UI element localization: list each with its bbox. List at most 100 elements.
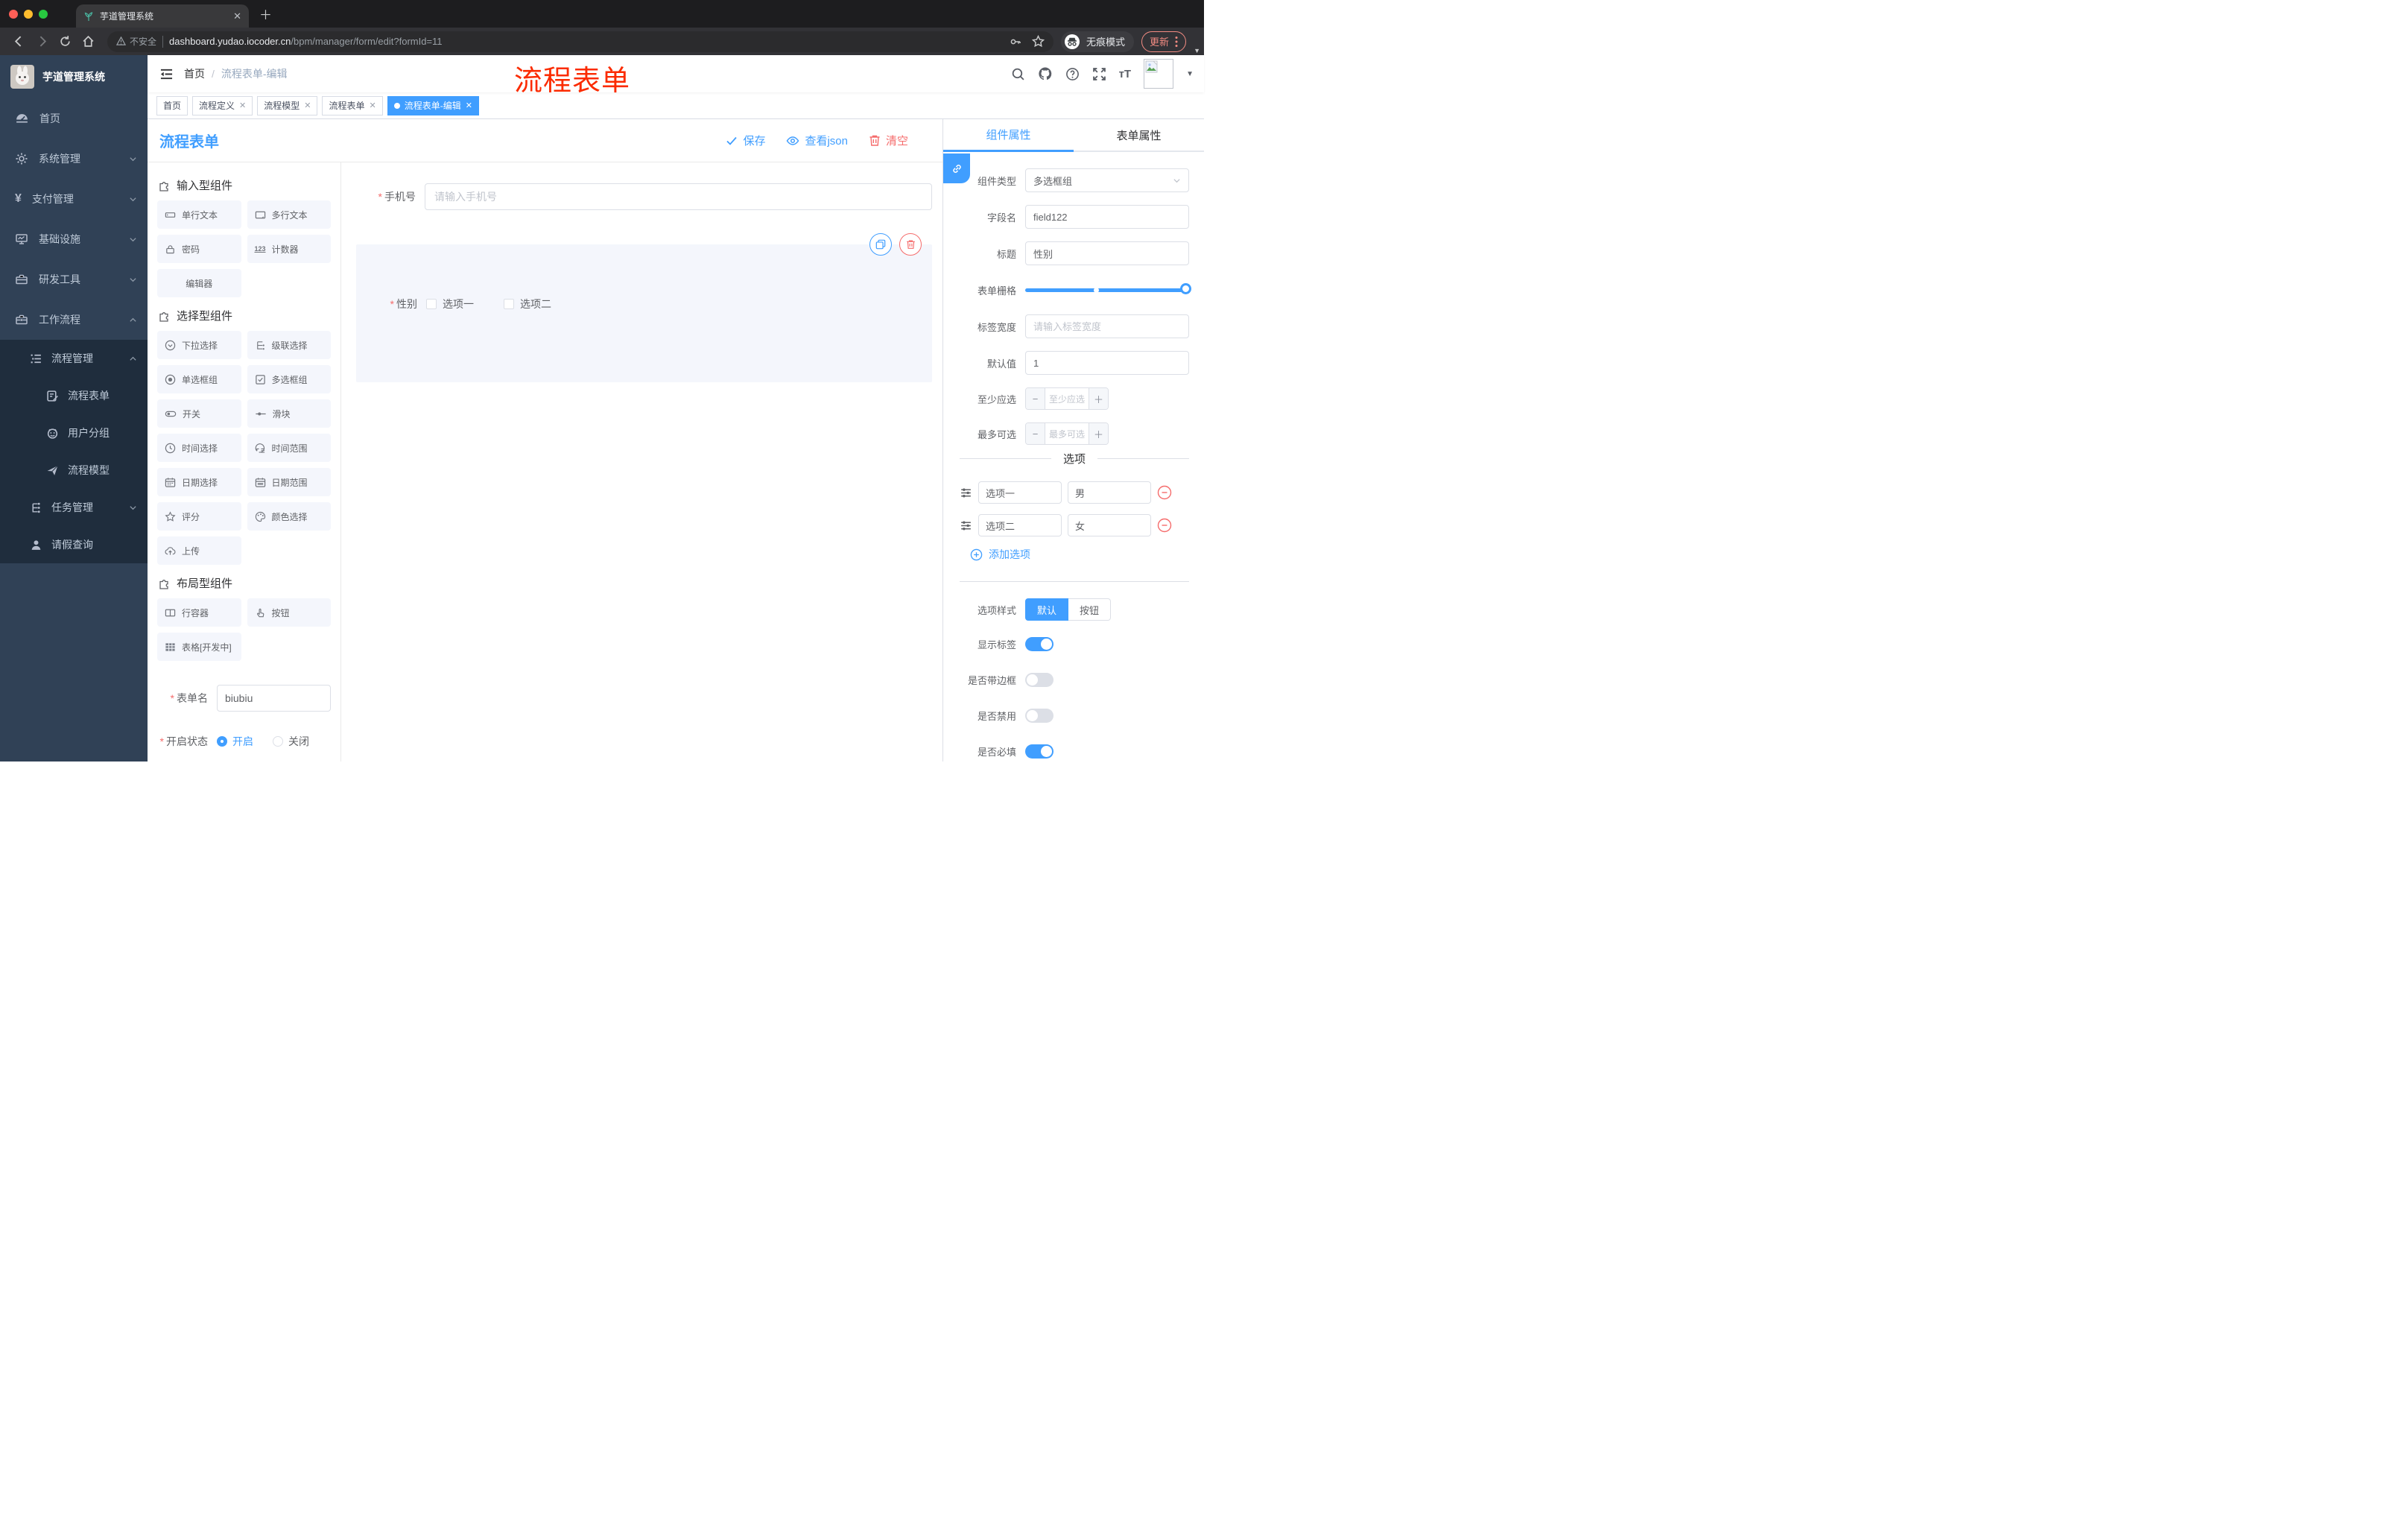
browser-menu-icon[interactable] [1175,36,1178,48]
increase-button[interactable]: ＋ [1089,388,1108,409]
max-select-stepper[interactable]: − 最多可选 ＋ [1025,422,1109,445]
palette-item-multi-text[interactable]: 多行文本 [247,200,331,229]
delete-field-button[interactable] [899,233,922,256]
drag-handle-icon[interactable] [960,487,972,499]
max-select-value[interactable]: 最多可选 [1045,423,1089,444]
remove-option-button[interactable] [1157,518,1172,533]
clear-button[interactable]: 清空 [869,133,908,148]
checkbox[interactable] [504,299,514,309]
sidebar-item-process-form[interactable]: 流程表单 [0,377,148,414]
palette-item-select[interactable]: 下拉选择 [157,331,241,359]
status-radio-open[interactable]: 开启 [217,734,253,749]
option-name-input[interactable] [978,481,1062,504]
slider-track[interactable] [1025,282,1191,294]
tag-close-icon[interactable]: ✕ [466,101,472,110]
sidebar-item-payment[interactable]: ¥ 支付管理 [0,179,148,219]
checkbox[interactable] [426,299,437,309]
gender-option-1[interactable]: 选项一 [426,297,474,311]
sidebar-item-system[interactable]: 系统管理 [0,139,148,179]
forward-icon[interactable] [36,35,48,48]
show-label-toggle[interactable] [1025,637,1054,651]
help-icon[interactable] [1065,67,1080,81]
palette-item-date-range[interactable]: 日期范围 [247,468,331,496]
font-size-icon[interactable]: ᴛT [1119,68,1132,80]
palette-item-button[interactable]: 按钮 [247,598,331,627]
option-value-input[interactable] [1068,481,1151,504]
increase-button[interactable]: ＋ [1089,423,1108,444]
sidebar-item-process-model[interactable]: 流程模型 [0,452,148,489]
sidebar-toggle-icon[interactable] [159,68,174,80]
sidebar-item-workflow[interactable]: 工作流程 [0,300,148,340]
tag-process-model[interactable]: 流程模型 ✕ [257,95,318,115]
tab-close-icon[interactable]: ✕ [233,10,241,22]
default-value-input[interactable] [1025,351,1189,375]
decrease-button[interactable]: − [1026,423,1045,444]
option-value-input[interactable] [1068,514,1151,536]
back-icon[interactable] [13,35,25,48]
security-warning[interactable]: 不安全 [116,35,156,48]
zoom-window-button[interactable] [39,9,48,19]
palette-item-slider[interactable]: 滑块 [247,399,331,428]
palette-item-time-range[interactable]: 时间范围 [247,434,331,462]
sidebar-item-process-mgmt[interactable]: 流程管理 [0,340,148,377]
sidebar-item-task-mgmt[interactable]: 任务管理 [0,489,148,526]
address-bar[interactable]: 不安全 dashboard.yudao.iocoder.cn/bpm/manag… [107,31,1054,52]
min-select-stepper[interactable]: − 至少应选 ＋ [1025,387,1109,410]
gender-option-2[interactable]: 选项二 [504,297,551,311]
link-tag-button[interactable] [943,153,970,183]
phone-field-input[interactable] [425,183,932,210]
tag-home[interactable]: 首页 [156,95,188,115]
duplicate-field-button[interactable] [869,233,892,256]
breadcrumb-home[interactable]: 首页 [184,66,205,81]
tag-process-form[interactable]: 流程表单 ✕ [322,95,383,115]
password-key-icon[interactable] [1010,36,1021,48]
github-icon[interactable] [1038,66,1053,81]
search-icon[interactable] [1011,67,1025,81]
palette-item-upload[interactable]: 上传 [157,536,241,565]
view-json-button[interactable]: 查看json [786,133,848,148]
new-tab-button[interactable]: ＋ [259,4,272,23]
sidebar-item-infra[interactable]: 基础设施 [0,219,148,259]
tag-close-icon[interactable]: ✕ [370,101,376,110]
tag-close-icon[interactable]: ✕ [304,101,311,110]
palette-item-color-picker[interactable]: 颜色选择 [247,502,331,531]
bookmark-star-icon[interactable] [1031,35,1045,48]
status-radio-closed[interactable]: 关闭 [273,734,309,749]
canvas-field-phone[interactable]: * 手机号 [356,183,932,210]
close-window-button[interactable] [9,9,18,19]
disabled-toggle[interactable] [1025,709,1054,723]
style-button-button[interactable]: 按钮 [1068,598,1112,621]
palette-item-table[interactable]: 表格[开发中] [157,633,241,661]
sidebar-item-home[interactable]: 首页 [0,98,148,139]
tag-process-definition[interactable]: 流程定义 ✕ [192,95,253,115]
component-type-select[interactable]: 多选框组 [1025,168,1189,192]
palette-item-checkbox-group[interactable]: 多选框组 [247,365,331,393]
form-name-input[interactable] [217,685,331,712]
palette-item-date-picker[interactable]: 日期选择 [157,468,241,496]
palette-item-single-text[interactable]: 单行文本 [157,200,241,229]
tab-form-props[interactable]: 表单属性 [1074,119,1204,152]
tag-close-icon[interactable]: ✕ [239,101,246,110]
palette-item-editor[interactable]: 编辑器 [157,269,241,297]
border-toggle[interactable] [1025,673,1054,687]
window-controls[interactable] [0,0,58,28]
app-logo-row[interactable]: 芋道管理系统 [0,55,148,98]
save-button[interactable]: 保存 [726,133,765,148]
sidebar-item-leave-query[interactable]: 请假查询 [0,526,148,563]
drag-handle-icon[interactable] [960,519,972,532]
palette-item-rate[interactable]: 评分 [157,502,241,531]
palette-item-row-container[interactable]: 行容器 [157,598,241,627]
label-width-input[interactable] [1025,314,1189,338]
url-text[interactable]: dashboard.yudao.iocoder.cn/bpm/manager/f… [169,36,443,47]
remove-option-button[interactable] [1157,485,1172,500]
sidebar-item-user-group[interactable]: 用户分组 [0,414,148,452]
style-default-button[interactable]: 默认 [1025,598,1069,621]
palette-item-password[interactable]: 密码 [157,235,241,263]
toolbar-overflow-caret-icon[interactable]: ▼ [1194,47,1200,54]
avatar-caret-icon[interactable]: ▼ [1186,70,1194,78]
title-input[interactable] [1025,241,1189,265]
tag-process-form-edit[interactable]: 流程表单-编辑 ✕ [387,95,479,115]
palette-item-switch[interactable]: 开关 [157,399,241,428]
form-grid-slider[interactable] [1025,278,1191,302]
field-name-input[interactable] [1025,205,1189,229]
